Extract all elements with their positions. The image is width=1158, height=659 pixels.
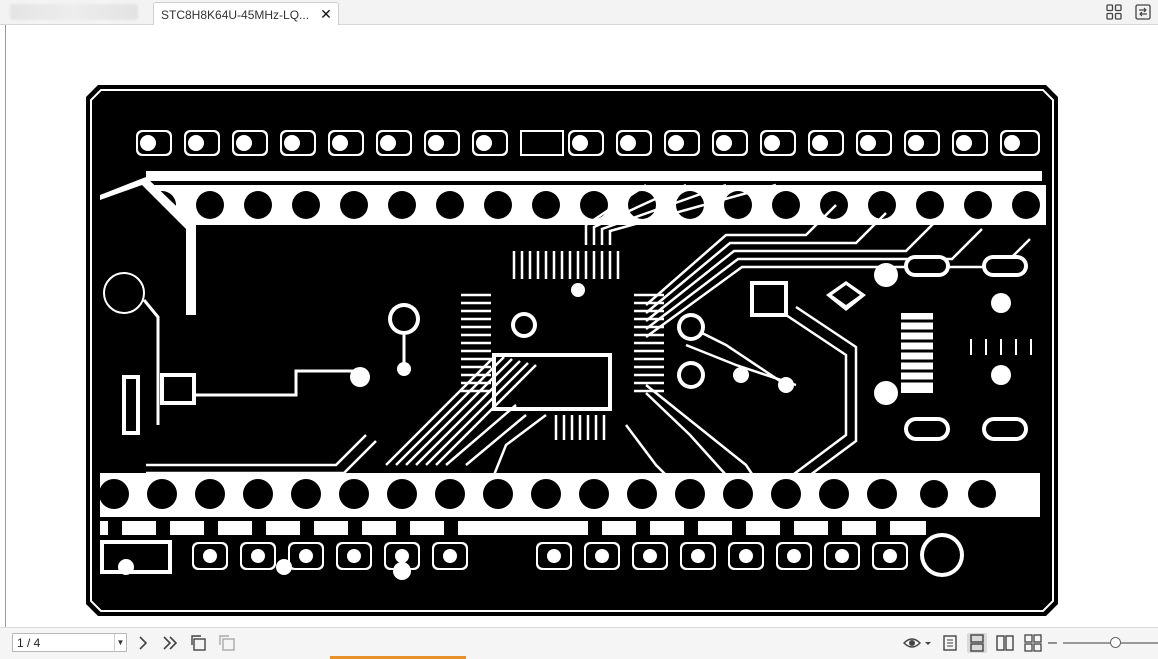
copy-page-icon[interactable]: [217, 633, 237, 653]
rotate-page-icon[interactable]: [189, 633, 209, 653]
eye-icon[interactable]: [902, 633, 932, 653]
pdf-viewer-window: STC8H8K64U-45MHz-LQ... ✕ 1 / 4 ▼ –: [0, 0, 1158, 659]
page-indicator: 1 / 4: [17, 636, 41, 650]
tab-active-document[interactable]: STC8H8K64U-45MHz-LQ... ✕: [153, 2, 339, 26]
tab-blurred[interactable]: [10, 4, 138, 20]
two-page-continuous-icon[interactable]: [1023, 633, 1043, 653]
zoom-out-icon[interactable]: –: [1048, 635, 1057, 651]
tab-title: STC8H8K64U-45MHz-LQ...: [161, 8, 310, 22]
export-icon[interactable]: [1134, 3, 1152, 21]
last-page-icon[interactable]: [160, 633, 180, 653]
single-page-icon[interactable]: [940, 633, 960, 653]
zoom-slider-thumb[interactable]: [1110, 637, 1122, 648]
next-page-icon[interactable]: [133, 633, 153, 653]
pcb-layout-image: [86, 85, 1058, 616]
page-number-input[interactable]: 1 / 4 ▼: [12, 633, 127, 652]
tab-bar: STC8H8K64U-45MHz-LQ... ✕: [0, 0, 1158, 26]
document-view[interactable]: [0, 25, 1158, 627]
grid-view-icon[interactable]: [1105, 3, 1123, 21]
two-page-icon[interactable]: [995, 633, 1015, 653]
close-icon[interactable]: ✕: [318, 6, 334, 22]
status-bar: 1 / 4 ▼ –: [0, 627, 1158, 659]
chevron-down-icon[interactable]: ▼: [114, 634, 126, 651]
page-edge: [5, 25, 6, 627]
continuous-page-icon[interactable]: [967, 633, 987, 653]
